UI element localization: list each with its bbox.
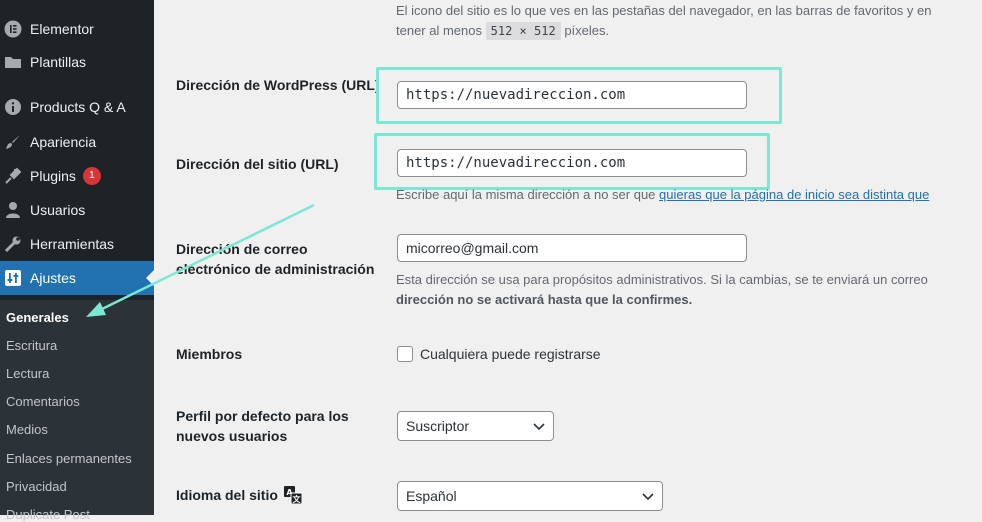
submenu-item-enlaces-permanentes[interactable]: Enlaces permanentes [6,451,132,466]
chevron-down-icon [642,488,654,504]
active-indicator [146,270,154,286]
site-language-value: Español [406,488,457,504]
default-role-value: Suscriptor [406,418,470,434]
submenu-item-generales[interactable]: Generales [6,310,69,325]
chevron-down-icon [533,418,545,434]
site-url-label: Dirección del sitio (URL) [176,156,339,172]
default-role-select[interactable]: Suscriptor [397,411,554,441]
sidebar-item-plantillas[interactable]: Plantillas [0,45,154,79]
sidebar-item-usuarios[interactable]: Usuarios [0,193,154,227]
sidebar-item-ajustes[interactable]: Ajustes [0,261,154,295]
submenu-item-privacidad[interactable]: Privacidad [6,479,67,494]
user-icon [3,200,23,220]
sidebar-item-plugins[interactable]: Plugins 1 [0,159,154,193]
anyone-can-register-checkbox[interactable] [397,346,413,362]
settings-icon [3,268,23,288]
submenu-item-comentarios[interactable]: Comentarios [6,394,80,409]
site-language-label: Idioma del sitio [176,487,278,503]
sidebar-item-label: Plugins [30,168,76,184]
plugin-icon [3,166,23,186]
admin-email-description: Esta dirección se usa para propósitos ad… [396,272,928,307]
sidebar-item-label: Apariencia [30,134,97,150]
sidebar-item-label: Elementor [30,21,94,37]
submenu-item-escritura[interactable]: Escritura [6,338,57,353]
svg-text:文: 文 [292,494,301,504]
site-icon-desc-suffix: píxeles. [564,23,610,38]
members-label: Miembros [176,346,243,362]
settings-submenu: Generales Escritura Lectura Comentarios … [0,300,154,522]
admin-email-label: Dirección de correo electrónico de admin… [176,241,375,277]
site-language-row-label: Idioma del sitio A文 [176,485,302,505]
sidebar-item-products-qa[interactable]: Products Q & A [0,90,154,124]
sidebar-item-apariencia[interactable]: Apariencia [0,125,154,159]
site-url-help-link[interactable]: quieras que la página de inicio sea dist… [659,187,929,202]
sidebar-item-label: Products Q & A [30,99,126,115]
default-role-label: Perfil por defecto para los nuevos usuar… [176,408,349,444]
site-icon-desc-prefix: tener al menos [396,23,482,38]
update-count-badge: 1 [82,167,101,185]
site-url-input[interactable]: https://nuevadireccion.com [397,149,747,177]
anyone-can-register-label[interactable]: Cualquiera puede registrarse [420,346,601,362]
submenu-item-medios[interactable]: Medios [6,422,48,437]
submenu-item-lectura[interactable]: Lectura [6,366,49,381]
sidebar-item-label: Usuarios [30,202,86,218]
wp-url-label: Dirección de WordPress (URL) [176,77,380,93]
elementor-icon [3,19,23,39]
sidebar-item-elementor[interactable]: Elementor [0,12,154,46]
sidebar-item-label: Herramientas [30,236,115,252]
admin-sidebar: Elementor Plantillas Products Q & A Apar… [0,0,154,522]
site-url-description: Escribe aquí la misma dirección a no ser… [396,187,930,202]
folder-icon [3,52,23,72]
sidebar-item-herramientas[interactable]: Herramientas [0,227,154,261]
info-icon [3,97,23,117]
sidebar-item-label: Ajustes [30,270,76,286]
translation-icon: A文 [283,486,302,504]
brush-icon [3,132,23,152]
admin-email-input[interactable]: micorreo@gmail.com [397,234,747,262]
site-icon-desc-line1: El icono del sitio es lo que ves en las … [396,3,932,18]
site-icon-description: El icono del sitio es lo que ves en las … [396,1,932,41]
wp-url-input[interactable]: https://nuevadireccion.com [397,81,747,109]
wrench-icon [3,234,23,254]
sidebar-item-label: Plantillas [30,54,87,70]
site-language-select[interactable]: Español [397,481,663,511]
site-icon-size-code: 512 × 512 [485,22,561,40]
